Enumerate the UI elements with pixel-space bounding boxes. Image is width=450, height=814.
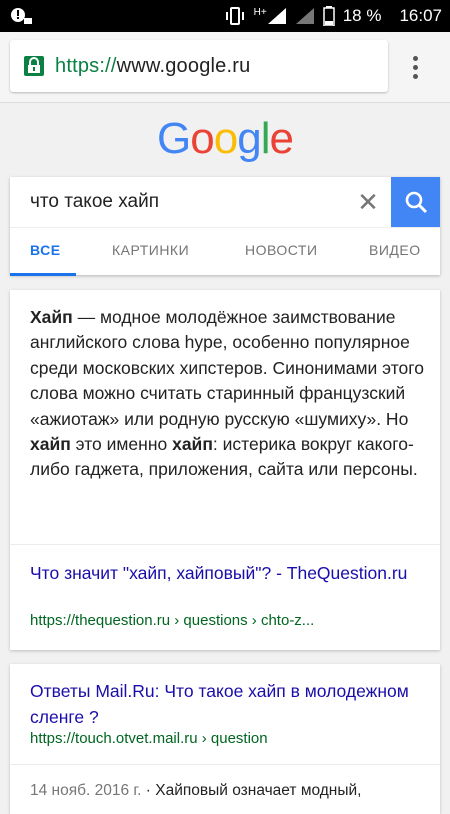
url-text: https://www.google.ru (55, 55, 250, 78)
logo-letter: o (190, 114, 215, 163)
logo-letter: g (237, 114, 262, 163)
signal-icon (267, 8, 286, 24)
snippet-term: Хайп (30, 307, 73, 327)
result-title-link[interactable]: Ответы Mail.Ru: Что такое хайп в молодеж… (30, 678, 430, 730)
url-scheme: https:// (55, 54, 117, 77)
address-bar[interactable]: https://www.google.ru (10, 40, 388, 92)
search-result-card: Ответы Mail.Ru: Что такое хайп в молодеж… (10, 664, 440, 814)
tab-news[interactable]: НОВОСТИ (245, 242, 318, 258)
search-box-card: что такое хайп ✕ ВСЕ КАРТИНКИ НОВОСТИ ВИ… (10, 177, 440, 276)
lock-icon (24, 56, 44, 76)
clock: 16:07 (399, 6, 442, 25)
active-tab-indicator (10, 273, 76, 276)
tab-video[interactable]: ВИДЕО (369, 242, 421, 258)
url-host: www.google.ru (116, 54, 251, 77)
featured-snippet-text: Хайп — модное молодёжное заимствование а… (30, 307, 424, 480)
result-description: 14 нояб. 2016 г. · Хайповый означает мод… (30, 782, 362, 799)
logo-letter: o (213, 114, 239, 163)
logo-letter: e (269, 114, 294, 163)
status-bar: H+ 18 % 16:07 (0, 0, 450, 32)
browser-toolbar: https://www.google.ru (0, 32, 450, 103)
result-title-link[interactable]: Что значит "хайп, хайповый"? - TheQuesti… (30, 560, 430, 586)
result-date: 14 нояб. 2016 г. (30, 782, 142, 799)
more-options-icon[interactable] (400, 52, 430, 82)
clear-icon[interactable]: ✕ (355, 189, 381, 215)
battery-icon (322, 6, 335, 26)
vibrate-icon (225, 7, 244, 25)
result-url: https://thequestion.ru › questions › cht… (30, 612, 315, 629)
search-input[interactable]: что такое хайп (30, 191, 159, 213)
result-url: https://touch.otvet.mail.ru › question (30, 730, 268, 747)
tab-all[interactable]: ВСЕ (30, 242, 61, 258)
search-tabs: ВСЕ КАРТИНКИ НОВОСТИ ВИДЕО (10, 227, 440, 276)
divider (10, 764, 440, 765)
network-type: H+ (253, 6, 267, 18)
search-button[interactable] (391, 177, 440, 227)
search-icon (405, 191, 427, 214)
featured-snippet-card: Хайп — модное молодёжное заимствование а… (10, 290, 440, 650)
google-logo: Google (0, 114, 450, 164)
notification-icon (11, 8, 32, 24)
divider (10, 544, 440, 545)
battery-level: 18 % (342, 6, 382, 25)
tab-images[interactable]: КАРТИНКИ (112, 242, 189, 258)
wifi-icon (295, 8, 314, 24)
logo-letter: G (157, 114, 191, 163)
